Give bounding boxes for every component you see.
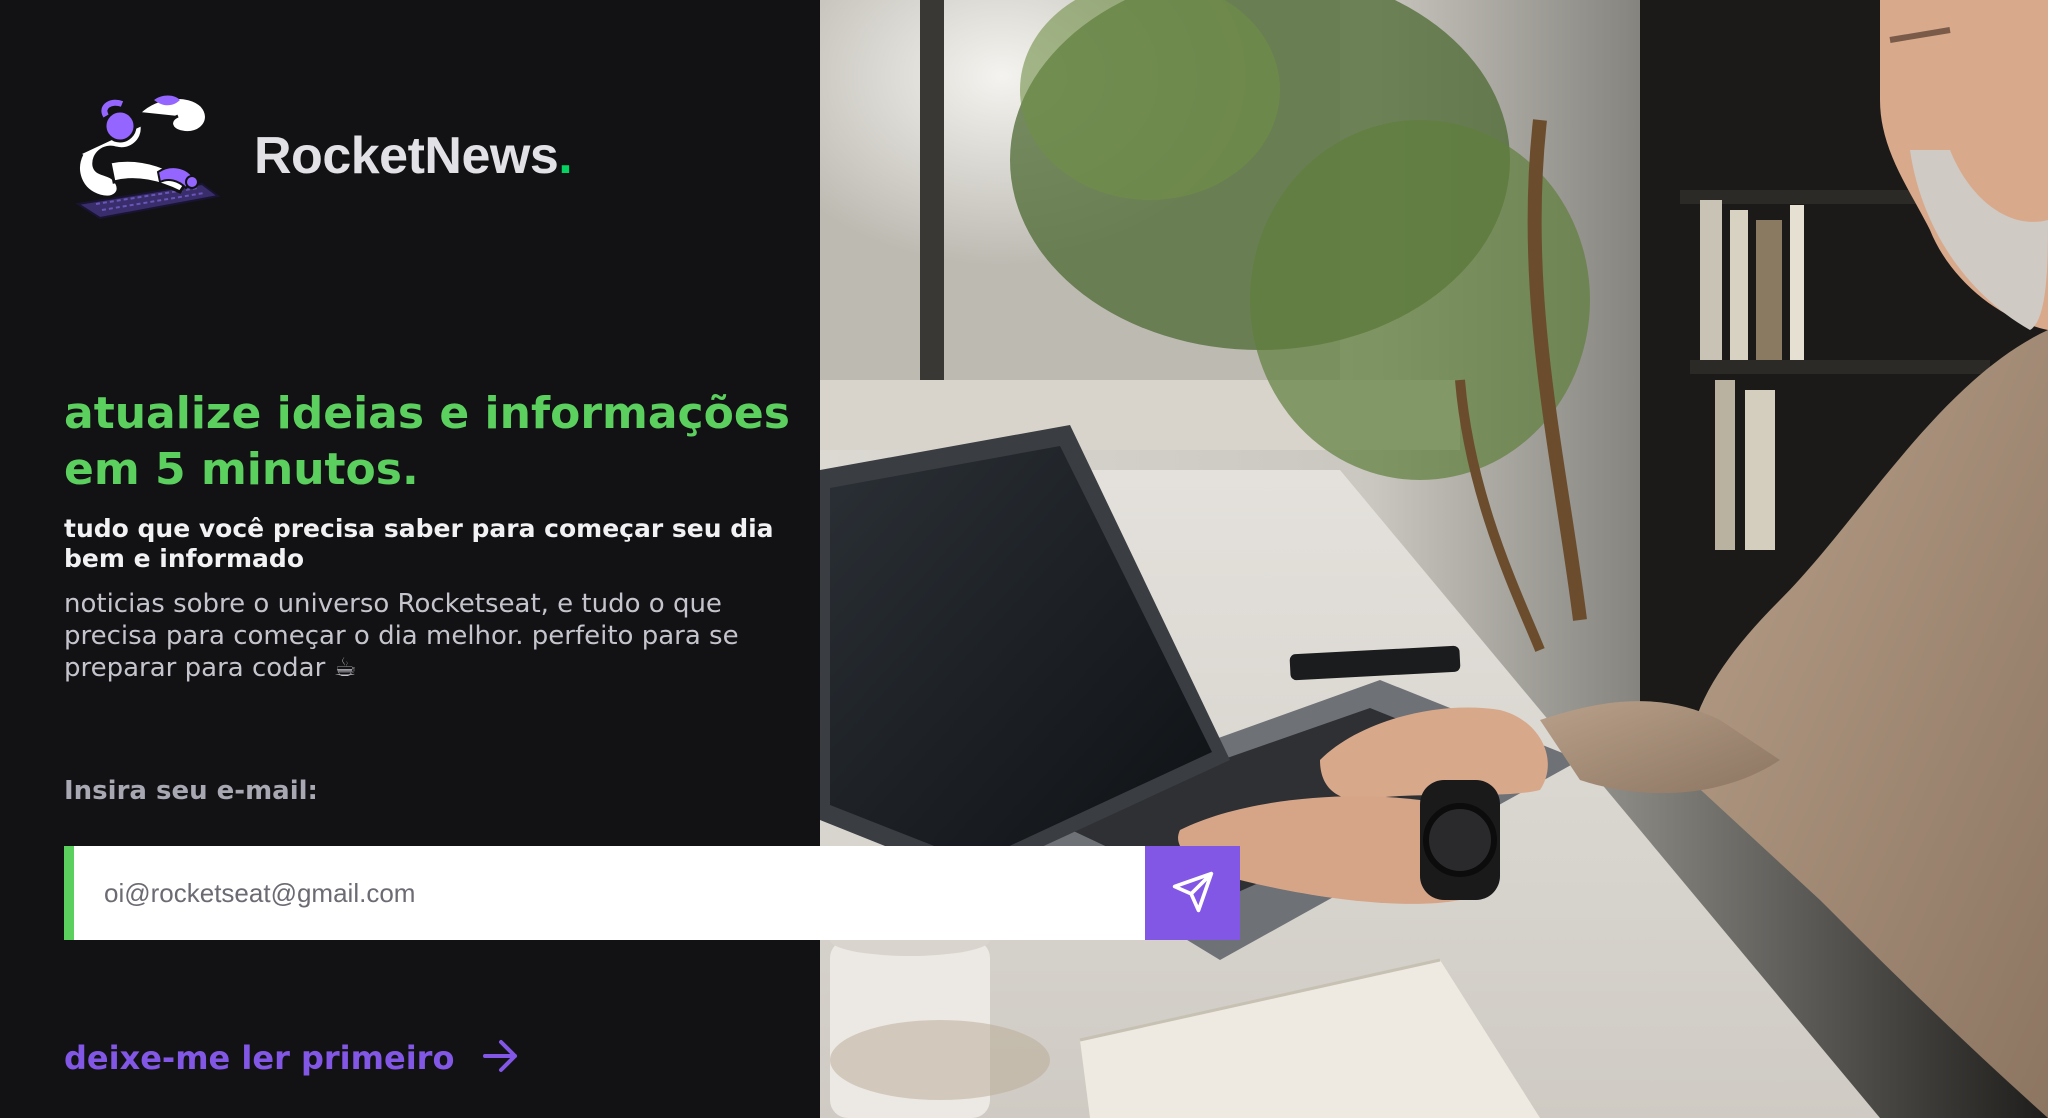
input-accent-bar <box>64 846 74 940</box>
email-label: Insira seu e-mail: <box>64 776 318 806</box>
man-typing-photo <box>820 0 2048 1118</box>
hero-subheadline: tudo que você precisa saber para começar… <box>64 514 774 573</box>
content-panel: RocketNews. atualize ideias e informaçõe… <box>0 0 820 1118</box>
hero-photo <box>820 0 2048 1118</box>
logo-illustration <box>70 92 222 224</box>
brand-dot: . <box>558 127 573 185</box>
newsletter-form <box>64 846 1240 940</box>
landing-page: RocketNews. atualize ideias e informaçõe… <box>0 0 2048 1118</box>
brand-name: RocketNews <box>254 127 559 185</box>
brand-title: RocketNews. <box>254 124 573 188</box>
arrow-right-icon <box>482 1039 520 1077</box>
hero-description: noticias sobre o universo Rocketseat, e … <box>64 589 739 683</box>
hero-headline: atualize ideias e informações em 5 minut… <box>64 388 790 495</box>
email-input[interactable] <box>74 846 1145 940</box>
send-button[interactable] <box>1145 846 1240 940</box>
send-icon <box>1171 870 1215 917</box>
rocketseat-mascot-icon <box>75 95 221 220</box>
read-first-link[interactable]: deixe-me ler primeiro <box>64 1036 520 1080</box>
read-first-label: deixe-me ler primeiro <box>64 1039 455 1077</box>
